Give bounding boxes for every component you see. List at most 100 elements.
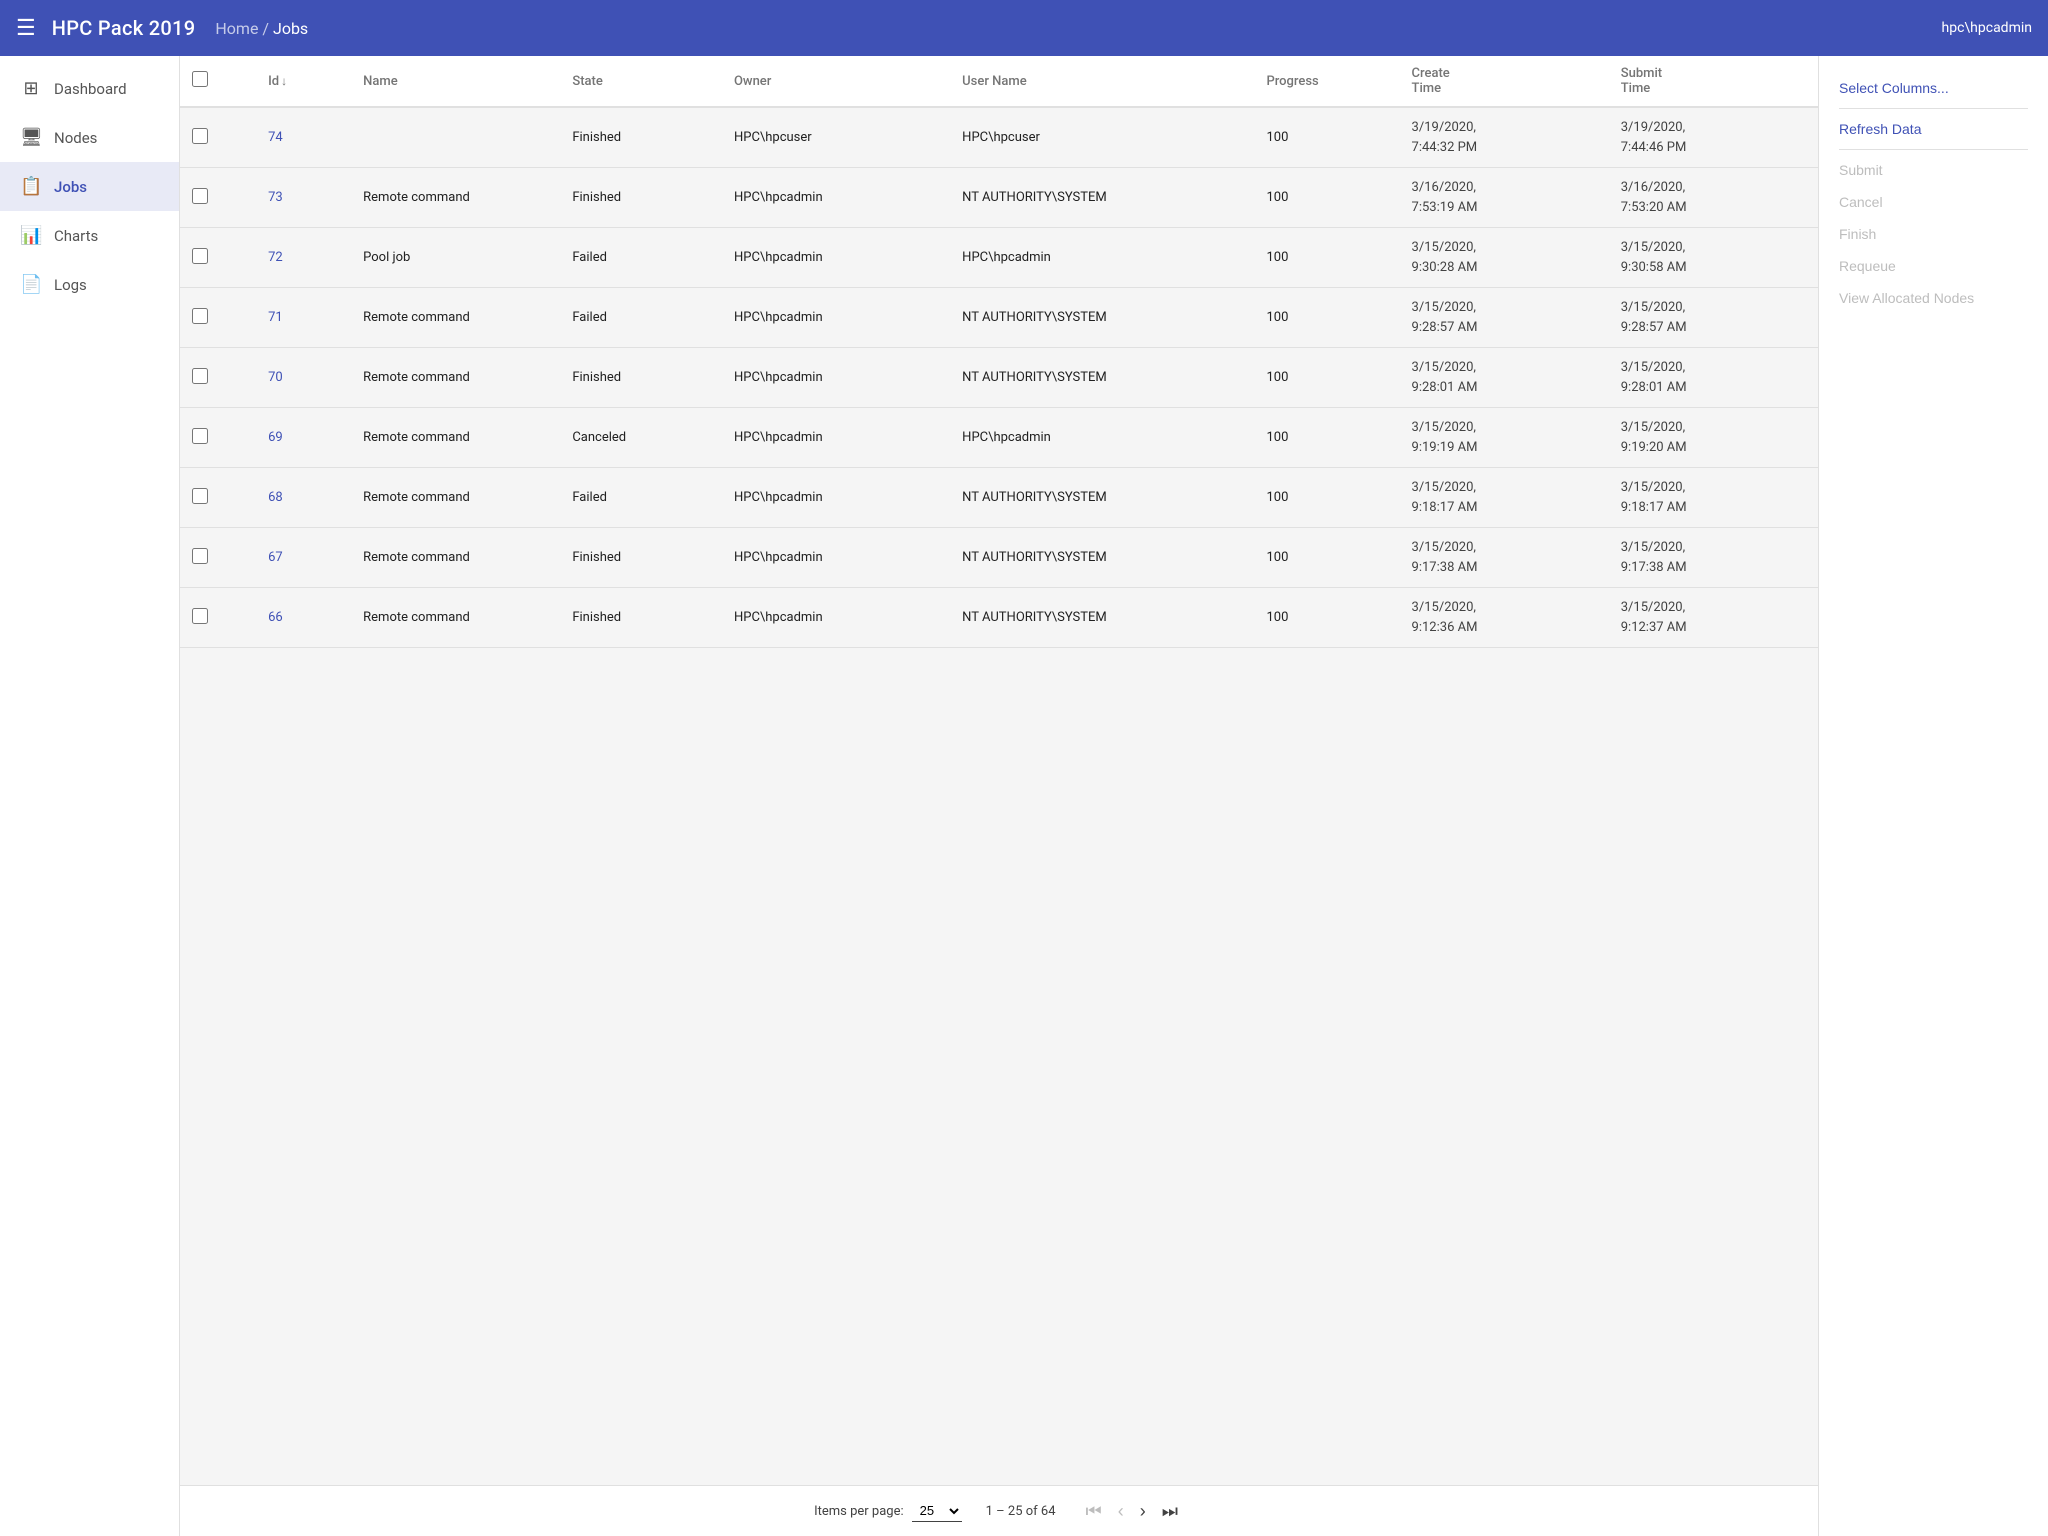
- job-state: Finished: [560, 168, 722, 228]
- row-checkbox[interactable]: [192, 128, 208, 144]
- breadcrumb-separator: /: [262, 19, 273, 38]
- th-checkbox: [180, 56, 256, 107]
- sidebar-label-dashboard: Dashboard: [54, 80, 127, 98]
- job-username: NT AUTHORITY\SYSTEM: [950, 288, 1254, 348]
- job-name: Remote command: [351, 168, 560, 228]
- row-checkbox[interactable]: [192, 248, 208, 264]
- sidebar-label-logs: Logs: [54, 276, 87, 294]
- breadcrumb-home[interactable]: Home: [215, 19, 258, 38]
- table-row: 71 Remote commandFailedHPC\hpcadminNT AUT…: [180, 288, 1818, 348]
- th-progress: Progress: [1254, 56, 1399, 107]
- row-checkbox[interactable]: [192, 308, 208, 324]
- job-username: HPC\hpcuser: [950, 107, 1254, 168]
- job-owner: HPC\hpcadmin: [722, 228, 950, 288]
- sidebar-item-charts[interactable]: 📊 Charts: [0, 211, 179, 260]
- table-row: 67Remote commandFinishedHPC\hpcadminNT A…: [180, 528, 1818, 588]
- job-username: NT AUTHORITY\SYSTEM: [950, 168, 1254, 228]
- sidebar-label-charts: Charts: [54, 227, 98, 245]
- row-checkbox[interactable]: [192, 608, 208, 624]
- table-row: 68Remote commandFailedHPC\hpcadminNT AUT…: [180, 468, 1818, 528]
- view-allocated-nodes-button[interactable]: View Allocated Nodes: [1839, 282, 1974, 314]
- job-state: Failed: [560, 468, 722, 528]
- job-state: Canceled: [560, 408, 722, 468]
- menu-icon[interactable]: ☰: [16, 16, 36, 41]
- dashboard-icon: ⊞: [20, 78, 42, 99]
- job-id-link[interactable]: 69: [268, 430, 283, 445]
- job-progress: 100: [1254, 288, 1399, 348]
- right-panel: Select Columns... Refresh Data Submit Ca…: [1818, 56, 2048, 1536]
- divider-1: [1839, 108, 2028, 109]
- last-page-button[interactable]: ⏭: [1156, 1498, 1184, 1524]
- job-state: Finished: [560, 107, 722, 168]
- submit-button[interactable]: Submit: [1839, 154, 1883, 186]
- job-submit-time: 3/15/2020,9:30:58 AM: [1609, 228, 1818, 288]
- job-username: HPC\hpcadmin: [950, 228, 1254, 288]
- sidebar-item-dashboard[interactable]: ⊞ Dashboard: [0, 64, 179, 113]
- requeue-button[interactable]: Requeue: [1839, 250, 1896, 282]
- user-info: hpc\hpcadmin: [1942, 20, 2032, 36]
- job-create-time: 3/16/2020,7:53:19 AM: [1400, 168, 1609, 228]
- finish-button[interactable]: Finish: [1839, 218, 1876, 250]
- job-owner: HPC\hpcadmin: [722, 408, 950, 468]
- job-submit-time: 3/19/2020,7:44:46 PM: [1609, 107, 1818, 168]
- job-owner: HPC\hpcuser: [722, 107, 950, 168]
- row-checkbox[interactable]: [192, 548, 208, 564]
- pagination-nav: ⏮ ‹ › ⏭: [1080, 1498, 1184, 1524]
- job-id-link[interactable]: 72: [268, 250, 283, 265]
- job-id-link[interactable]: 71: [268, 310, 283, 325]
- items-per-page-select[interactable]: 25 10 50 100: [912, 1500, 962, 1522]
- th-submit-time: SubmitTime: [1609, 56, 1818, 107]
- next-page-button[interactable]: ›: [1134, 1498, 1152, 1524]
- pagination-bar: Items per page: 25 10 50 100 1 – 25 of 6…: [180, 1485, 1818, 1536]
- job-name: Remote command: [351, 288, 560, 348]
- row-checkbox[interactable]: [192, 368, 208, 384]
- job-progress: 100: [1254, 107, 1399, 168]
- table-row: 70Remote commandFinishedHPC\hpcadminNT A…: [180, 348, 1818, 408]
- job-id-link[interactable]: 73: [268, 190, 283, 205]
- job-state: Failed: [560, 228, 722, 288]
- sidebar-item-nodes[interactable]: 🖥 Nodes: [0, 113, 179, 162]
- sidebar-item-jobs[interactable]: 📋 Jobs: [0, 162, 179, 211]
- job-create-time: 3/15/2020,9:18:17 AM: [1400, 468, 1609, 528]
- th-create-time: CreateTime: [1400, 56, 1609, 107]
- job-create-time: 3/15/2020,9:28:57 AM: [1400, 288, 1609, 348]
- sidebar-item-logs[interactable]: 📄 Logs: [0, 260, 179, 309]
- job-owner: HPC\hpcadmin: [722, 468, 950, 528]
- job-username: NT AUTHORITY\SYSTEM: [950, 588, 1254, 648]
- refresh-data-button[interactable]: Refresh Data: [1839, 113, 1921, 145]
- row-checkbox[interactable]: [192, 428, 208, 444]
- job-name: Remote command: [351, 588, 560, 648]
- job-submit-time: 3/16/2020,7:53:20 AM: [1609, 168, 1818, 228]
- job-id-link[interactable]: 68: [268, 490, 283, 505]
- th-id[interactable]: Id ↓: [256, 56, 351, 107]
- select-columns-button[interactable]: Select Columns...: [1839, 72, 1949, 104]
- job-state: Failed: [560, 288, 722, 348]
- job-progress: 100: [1254, 408, 1399, 468]
- prev-page-button[interactable]: ‹: [1112, 1498, 1130, 1524]
- job-submit-time: 3/15/2020,9:17:38 AM: [1609, 528, 1818, 588]
- table-scroll-area[interactable]: Id ↓ Name State Owner User Name Progress…: [180, 56, 1818, 1485]
- th-owner: Owner: [722, 56, 950, 107]
- th-id-label: Id: [268, 74, 279, 89]
- row-checkbox[interactable]: [192, 488, 208, 504]
- select-all-checkbox[interactable]: [192, 71, 208, 87]
- pagination-range: 1 – 25 of 64: [986, 1504, 1056, 1519]
- job-state: Finished: [560, 528, 722, 588]
- first-page-button[interactable]: ⏮: [1080, 1498, 1108, 1524]
- job-name: Remote command: [351, 408, 560, 468]
- job-submit-time: 3/15/2020,9:19:20 AM: [1609, 408, 1818, 468]
- job-name: [351, 107, 560, 168]
- th-name: Name: [351, 56, 560, 107]
- cancel-button[interactable]: Cancel: [1839, 186, 1883, 218]
- sidebar-label-jobs: Jobs: [54, 178, 87, 196]
- job-id-link[interactable]: 74: [268, 130, 283, 145]
- job-id-link[interactable]: 67: [268, 550, 283, 565]
- jobs-icon: 📋: [20, 176, 42, 197]
- job-id-link[interactable]: 70: [268, 370, 283, 385]
- job-username: HPC\hpcadmin: [950, 408, 1254, 468]
- job-progress: 100: [1254, 168, 1399, 228]
- job-id-link[interactable]: 66: [268, 610, 283, 625]
- th-state: State: [560, 56, 722, 107]
- job-owner: HPC\hpcadmin: [722, 288, 950, 348]
- row-checkbox[interactable]: [192, 188, 208, 204]
